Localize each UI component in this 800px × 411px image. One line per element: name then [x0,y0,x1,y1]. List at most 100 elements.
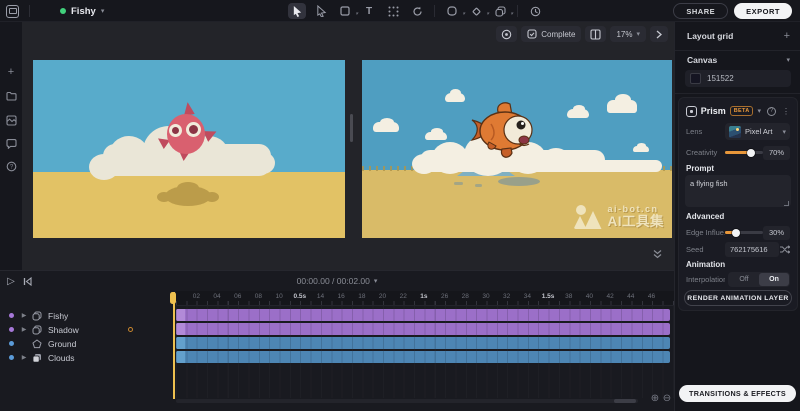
chevron-down-icon: ▾ [374,277,378,285]
track-clip-clouds[interactable] [176,351,670,363]
topbar: Fishy ▾ ▾ T [0,0,800,22]
pixel-fish [465,100,539,162]
edge-influence-row: Edge Influe... 30% [686,224,790,241]
ruler-label: 08 [248,293,269,300]
creativity-slider[interactable] [725,151,763,154]
canvas-color-field[interactable] [685,70,791,87]
layer-row-fishy[interactable]: ▶ Fishy [0,309,176,322]
diamond-tool[interactable]: ▾ [467,3,485,19]
interpolation-off-option[interactable]: Off [729,273,759,286]
seed-input[interactable] [725,242,779,257]
edge-influence-value[interactable]: 30% [763,226,790,240]
svg-text:?: ? [9,164,13,170]
ruler-label: 46 [641,293,662,300]
zoom-dropdown[interactable]: 17% ▾ [610,26,646,42]
shape-tool[interactable]: ▾ [443,3,461,19]
split-view-button[interactable] [585,26,606,42]
prompt-label: Prompt [686,164,714,173]
track-clip-fishy[interactable] [176,309,670,321]
ruler-label: 1.5s [538,293,559,300]
timeline-ruler[interactable]: 02 04 06 08 10 0.5s 14 16 18 20 22 1s 26… [176,291,674,306]
color-swatch[interactable] [690,73,701,84]
frame-divider-handle[interactable] [350,114,353,142]
track-clip-shadow[interactable] [176,323,670,335]
canvas-color-input[interactable] [707,74,767,83]
complete-status-button[interactable]: Complete [521,26,581,42]
shuffle-icon[interactable] [779,241,790,259]
fish-shadow [165,186,211,206]
prompt-input[interactable]: a flying fish [685,175,791,207]
layer-row-ground[interactable]: Ground [0,337,176,350]
project-menu[interactable]: Fishy ▾ [60,6,104,17]
ruler-labels: 02 04 06 08 10 0.5s 14 16 18 20 22 1s 26… [186,293,662,300]
keyframe-indicator[interactable] [128,327,133,332]
prism-header[interactable]: Prism BETA ▾ ? ⋮ [686,104,790,118]
export-button[interactable]: EXPORT [734,3,792,19]
track-clip-ground[interactable] [176,337,670,349]
layer-color-dot [9,341,14,346]
group-icon [30,311,44,321]
frame-tool[interactable]: ▾ [336,3,354,19]
canvas-section-header[interactable]: Canvas ▾ [687,55,790,65]
folder-icon[interactable] [0,88,22,104]
layer-row-clouds[interactable]: ▶ Clouds [0,351,176,364]
ruler-label: 22 [393,293,414,300]
artboard-frame-2[interactable]: ai-bot.cn AI工具集 [362,60,672,238]
edge-influence-label: Edge Influe... [686,228,725,237]
render-animation-layer-button[interactable]: RENDER ANIMATION LAYER [684,290,792,306]
lens-dropdown[interactable]: Pixel Art ▾ [725,123,790,140]
chevron-right-icon[interactable]: ▶ [18,312,30,319]
layer-row-shadow[interactable]: ▶ Shadow [0,323,176,336]
chevron-down-icon: ▾ [782,128,786,136]
add-layout-grid-button[interactable]: + [784,30,790,42]
small-cloud [607,100,637,113]
chevron-down-icon[interactable]: ▾ [757,107,761,115]
watermark: ai-bot.cn AI工具集 [574,204,665,230]
creativity-value[interactable]: 70% [763,146,790,160]
help-icon[interactable]: ? [767,107,776,116]
interpolation-on-option[interactable]: On [759,273,789,286]
edge-influence-slider[interactable] [725,231,763,234]
slider-knob[interactable] [747,149,755,157]
kebab-menu-icon[interactable]: ⋮ [782,107,790,116]
interpolation-row: Interpolation Off On [686,271,790,288]
lens-label: Lens [686,127,725,136]
timeline-scrollbar[interactable] [176,399,638,403]
scrollbar-handle[interactable] [614,399,636,403]
ruler-label: 16 [331,293,352,300]
assets-icon[interactable] [0,112,22,128]
record-button[interactable] [496,26,517,42]
chevron-right-icon[interactable]: ▶ [18,354,30,361]
playhead-handle[interactable] [170,292,176,304]
share-button[interactable]: SHARE [673,3,728,19]
comments-icon[interactable] [0,136,22,152]
ruler-label: 02 [186,293,207,300]
time-display-dropdown[interactable]: 00:00.00 / 00:02.00 ▾ [0,271,674,291]
history-tool[interactable] [526,3,544,19]
transitions-effects-button[interactable]: TRANSITIONS & EFFECTS [679,385,796,402]
chevron-right-icon[interactable]: ▶ [18,326,30,333]
direct-select-tool[interactable] [312,3,330,19]
select-tool[interactable] [288,3,306,19]
layer-name: Clouds [48,353,74,363]
separator [29,5,30,17]
next-button[interactable] [650,26,668,42]
zoom-in-icon[interactable]: ⊕ [649,392,661,404]
app-logo-icon[interactable] [6,5,19,18]
layer-color-dot [9,327,14,332]
chevron-down-icon: ▾ [486,11,489,17]
transform-tool[interactable] [384,3,402,19]
artboard-frame-1[interactable] [33,60,345,238]
zoom-out-icon[interactable]: ⊖ [661,392,673,404]
text-tool[interactable]: T [360,3,378,19]
rotate-tool[interactable] [408,3,426,19]
canvas-viewport[interactable]: Complete 17% ▾ [22,22,674,270]
add-icon[interactable]: + [0,64,22,80]
lens-value: Pixel Art [745,127,778,136]
help-icon[interactable]: ? [0,158,22,174]
creativity-row: Creativity 70% [686,144,790,161]
slider-knob[interactable] [732,229,740,237]
creativity-label: Creativity [686,148,725,157]
collapse-chevrons-icon[interactable] [653,246,662,264]
layers-tool[interactable]: ▾ [491,3,509,19]
